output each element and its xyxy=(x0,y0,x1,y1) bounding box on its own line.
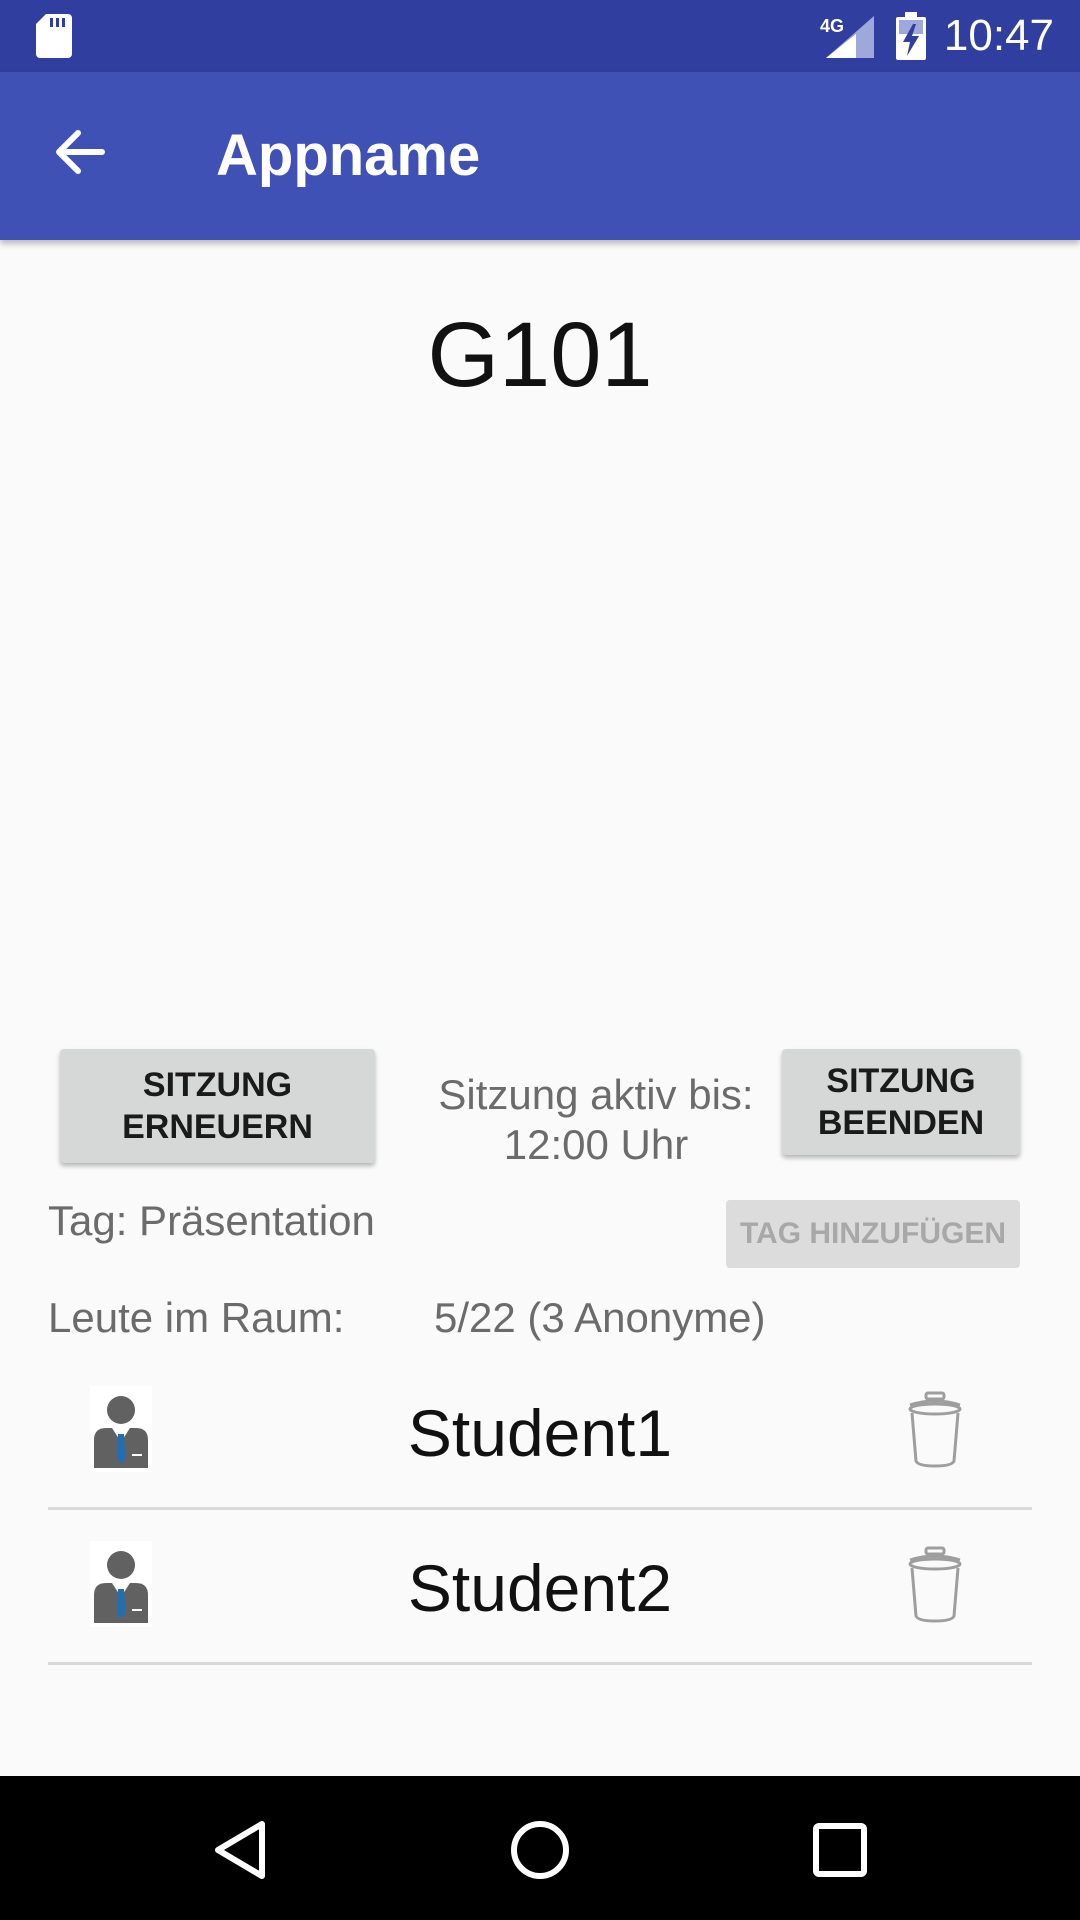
session-active-until: 12:00 Uhr xyxy=(503,1121,689,1168)
list-item[interactable]: Student2 xyxy=(48,1510,1032,1665)
student-list: Student1 Student2 xyxy=(48,1355,1032,1665)
app-bar: Appname xyxy=(0,72,1080,240)
tag-label: Tag: Präsentation xyxy=(48,1197,375,1244)
student-name: Student1 xyxy=(407,1396,673,1470)
session-active-label: Sitzung aktiv bis: xyxy=(438,1071,754,1118)
trash-icon[interactable] xyxy=(906,1391,964,1469)
student-name: Student2 xyxy=(407,1551,673,1625)
end-session-label-line1: SITZUNG xyxy=(826,1062,976,1100)
network-type: 4G xyxy=(820,16,844,36)
signal-4g-icon: 4G xyxy=(818,14,878,63)
nav-back-icon[interactable] xyxy=(212,1820,268,1880)
list-item[interactable]: Student1 xyxy=(48,1355,1032,1510)
sd-card-icon xyxy=(36,14,72,58)
nav-recent-apps-icon[interactable] xyxy=(812,1822,868,1878)
status-clock: 10:47 xyxy=(943,11,1054,60)
renew-session-label-line2: ERNEUERN xyxy=(122,1108,313,1146)
end-session-label-line2: BEENDEN xyxy=(817,1104,985,1142)
session-active-info: Sitzung aktiv bis: 12:00 Uhr xyxy=(420,1070,772,1170)
nav-home-icon[interactable] xyxy=(508,1818,572,1882)
back-arrow-icon[interactable] xyxy=(54,128,106,176)
renew-session-label-line1: SITZUNG xyxy=(142,1066,293,1104)
add-tag-button[interactable]: TAG HINZUFÜGEN xyxy=(726,1200,1020,1268)
room-title: G101 xyxy=(427,304,653,406)
people-in-room-label: Leute im Raum: xyxy=(48,1294,345,1341)
end-session-button[interactable]: SITZUNG BEENDEN xyxy=(782,1049,1020,1155)
trash-icon[interactable] xyxy=(906,1546,964,1624)
people-in-room-count: 5/22 (3 Anonyme) xyxy=(434,1294,766,1341)
battery-charging-icon xyxy=(896,12,926,60)
status-bar: 4G 10:47 xyxy=(0,0,1080,72)
renew-session-button[interactable]: SITZUNG ERNEUERN xyxy=(60,1049,375,1163)
app-title: Appname xyxy=(216,123,481,188)
navigation-bar xyxy=(0,1776,1080,1920)
